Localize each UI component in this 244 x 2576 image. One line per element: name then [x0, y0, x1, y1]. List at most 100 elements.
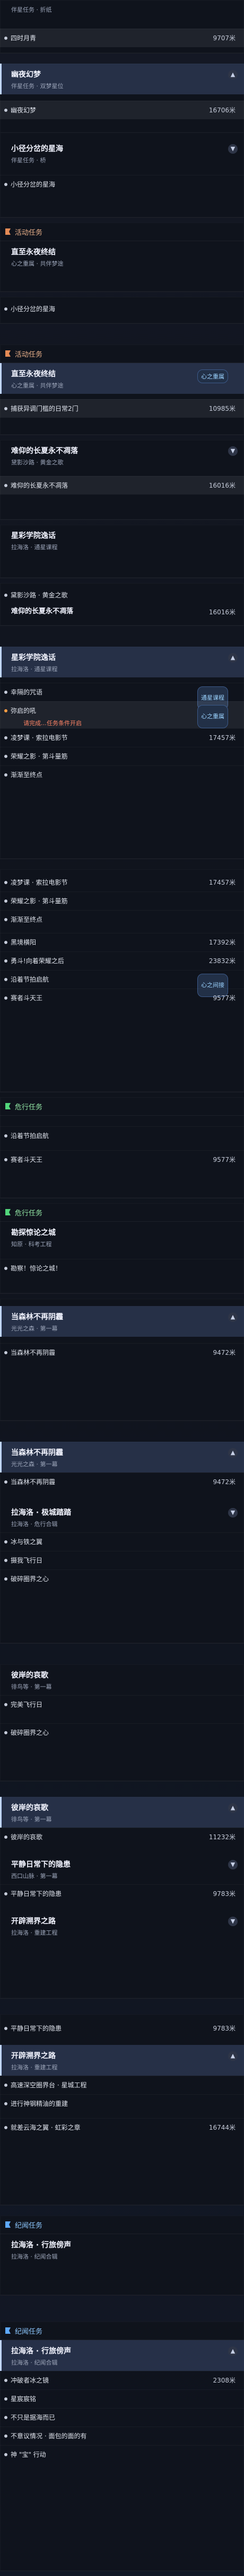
- chevron-up-icon[interactable]: ▲: [228, 1448, 238, 1458]
- mission-title: 拉海洛 · 行旅傍声: [11, 2241, 72, 2249]
- step-dot-icon: [4, 2084, 7, 2087]
- mission-step[interactable]: 当森林不再阴霾 9472米: [0, 1343, 244, 1362]
- step-label: 当森林不再阴霾: [11, 1478, 56, 1486]
- step-dot-icon: [4, 1731, 7, 1734]
- step-label: 黑境横阳: [11, 939, 37, 946]
- chevron-down-icon[interactable]: ▼: [228, 446, 238, 456]
- mission-entry[interactable]: 当森林不再阴霾 光光之森 · 第一幕 ▲: [0, 1306, 244, 1337]
- mission-entry[interactable]: 勘探惊论之城 知原 · 科考工程: [0, 1222, 244, 1252]
- mission-entry[interactable]: 开辟溯界之路 拉海洛 · 重建工程 ▼: [0, 1910, 244, 1941]
- record-flag-icon: [5, 2327, 11, 2334]
- mission-entry[interactable]: 难仰的长夏永不凋落 黛影沙路 · 黄金之歌 ▼: [0, 440, 244, 471]
- step-dot-icon: [4, 407, 7, 410]
- step-distance: 11232米: [208, 1833, 236, 1841]
- mission-entry[interactable]: 小径分岔的星海 伴星任务 · 桥 ▼: [0, 138, 244, 169]
- mission-entry[interactable]: 平静日常下的隐患 西口山脉 · 第一幕 ▼: [0, 1854, 244, 1884]
- step-dot-icon: [4, 1540, 7, 1543]
- mission-step[interactable]: 赛者斗天王 9577米: [0, 989, 244, 1007]
- mission-entry[interactable]: 拉海洛 · 行旅傍声 拉海洛 · 纪闻合辑 ▲: [0, 2340, 244, 2371]
- mission-entry[interactable]: 直至永夜终结 心之重属 · 共伴梦途 心之重属: [0, 363, 244, 394]
- mission-step[interactable]: 高速深空圈界台 · 星城工程: [0, 2076, 244, 2094]
- mission-step[interactable]: 当森林不再阴霾 9472米: [0, 1472, 244, 1491]
- mission-step[interactable]: 黛影沙路 · 黄金之歌: [0, 586, 244, 604]
- mission-step[interactable]: 荣耀之影 · 第斗量筋: [0, 747, 244, 765]
- mission-subtitle: 光光之森 · 第一幕: [11, 1461, 58, 1468]
- mission-log-scroll[interactable]: 伴星任务 · 折纸 四时月青 9707米 幽夜幻梦 伴星任务 · 双梦星位 ▲ …: [0, 0, 244, 2576]
- mission-step[interactable]: 捕获异调门槛的日常2门 10985米: [0, 399, 244, 418]
- mission-entry[interactable]: 当森林不再阴霾 光光之森 · 第一幕 ▲: [0, 1442, 244, 1472]
- chevron-down-icon[interactable]: ▼: [228, 1860, 238, 1869]
- chevron-down-icon[interactable]: ▼: [228, 1508, 238, 1518]
- mission-entry[interactable]: 彼岸的哀歌 徘鸟等 · 第一幕 ▲: [0, 1797, 244, 1828]
- mission-step[interactable]: 幸隔的咒语 通星课程: [0, 683, 244, 710]
- mission-step[interactable]: 凌梦课 · 索拉电影节 17457米: [0, 874, 244, 892]
- chevron-up-icon[interactable]: ▲: [228, 2346, 238, 2356]
- mission-title: 拉海洛 · 行旅傍声: [11, 2347, 72, 2356]
- mission-step[interactable]: 沿着节拍启航: [0, 1126, 244, 1145]
- mission-step[interactable]: 平静日常下的隐患 9783米: [0, 2019, 244, 2037]
- chevron-down-icon[interactable]: ▼: [228, 1917, 238, 1926]
- mission-step[interactable]: 沿着节拍启航 心之间接: [0, 970, 244, 997]
- mission-step[interactable]: 不只是据海而已: [0, 2408, 244, 2427]
- mission-entry[interactable]: 星彩学院逸话 拉海洛 · 通星课程 ▲: [0, 647, 244, 677]
- mission-step[interactable]: 荣耀之影 · 第斗量筋: [0, 892, 244, 910]
- mission-entry[interactable]: 拉海洛 · 极城踏踏 拉海洛 · 危行合辑 ▼: [0, 1502, 244, 1532]
- chevron-up-icon[interactable]: ▲: [228, 1803, 238, 1813]
- chevron-up-icon[interactable]: ▲: [228, 1312, 238, 1322]
- mission-entry[interactable]: 幽夜幻梦 伴星任务 · 双梦星位 ▲: [0, 64, 244, 94]
- mission-step[interactable]: 渐渐至终点: [0, 910, 244, 929]
- mission-entry[interactable]: 直至永夜终结 心之重属 · 共伴梦途: [0, 241, 244, 272]
- step-dot-icon: [4, 183, 7, 186]
- mission-step[interactable]: 完美飞行日: [0, 1695, 244, 1714]
- mission-step[interactable]: 进行神钢精油的重建: [0, 2094, 244, 2113]
- mission-step[interactable]: 凌梦课 · 索拉电影节 17457米: [0, 728, 244, 747]
- mission-step[interactable]: 难仰的长夏永不凋落 16016米: [0, 476, 244, 495]
- mission-step[interactable]: 神 "宝" 行动: [0, 2445, 244, 2464]
- chevron-up-icon[interactable]: ▲: [228, 70, 238, 80]
- mission-step[interactable]: 平静日常下的隐患 9783米: [0, 1884, 244, 1903]
- mission-step[interactable]: 冲破者冰之镜 2308米: [0, 2371, 244, 2389]
- mission-step[interactable]: 黑境横阳 17392米: [0, 933, 244, 951]
- step-dot-icon: [4, 736, 7, 739]
- mission-entry[interactable]: 彼岸的哀歌 徘鸟等 · 第一幕: [0, 1664, 244, 1695]
- mission-step[interactable]: 幽夜幻梦 16706米: [0, 101, 244, 119]
- mission-step[interactable]: 赛者斗天王 9577米: [0, 1150, 244, 1169]
- step-label: 勇斗!向着荣耀之后: [11, 957, 64, 965]
- chevron-down-icon[interactable]: ▼: [228, 144, 238, 154]
- step-dot-icon: [4, 1158, 7, 1161]
- chevron-up-icon[interactable]: ▲: [228, 653, 238, 663]
- mission-step[interactable]: 弥启的吼 请完成…任务条件开启 心之重属: [0, 701, 244, 728]
- mission-step[interactable]: 勘察！惊论之城！: [0, 1259, 244, 1277]
- mission-step[interactable]: 彼岸的哀歌 11232米: [0, 1828, 244, 1846]
- mission-entry[interactable]: 伴星任务 · 折纸: [0, 0, 244, 18]
- step-label: 不只是据海而已: [11, 2414, 56, 2421]
- mission-step[interactable]: 勇斗!向着荣耀之后 23832米: [0, 951, 244, 970]
- mission-step[interactable]: 小径分岔的星海: [0, 300, 244, 318]
- step-label: 黛影沙路 · 黄金之歌: [11, 592, 68, 599]
- mission-step[interactable]: 星宸宸铭: [0, 2389, 244, 2408]
- mission-step[interactable]: 冰与铁之翼: [0, 1532, 244, 1551]
- event-badge: 心之重属: [197, 705, 228, 728]
- mission-entry[interactable]: 拉海洛 · 行旅傍声 拉海洛 · 纪闻合辑: [0, 2234, 244, 2265]
- step-dot-icon: [4, 1703, 7, 1706]
- mission-panel: 纪闻任务 拉海洛 · 行旅傍声 拉海洛 · 纪闻合辑: [0, 2216, 244, 2296]
- mission-step[interactable]: 破碎圈界之心: [0, 1569, 244, 1588]
- mission-step[interactable]: 不意议情况 · 面包的面的有: [0, 2427, 244, 2445]
- mission-title: 星彩学院逸话: [11, 532, 56, 540]
- step-label: 星宸宸铭: [11, 2395, 37, 2403]
- mission-step[interactable]: 就差云海之翼 · 虹彩之章 16744米: [0, 2118, 244, 2137]
- mission-title: 当森林不再阴霾: [11, 1449, 63, 1457]
- mission-step[interactable]: 摄我飞行日: [0, 1551, 244, 1569]
- mission-step[interactable]: 小径分岔的星海: [0, 175, 244, 193]
- mission-entry[interactable]: 星彩学院逸话 拉海洛 · 通星课程: [0, 525, 244, 555]
- mission-entry[interactable]: 难仰的长夏永不凋落 16016米: [0, 604, 244, 620]
- mission-entry[interactable]: 开辟溯界之路 拉海洛 · 重建工程 ▲: [0, 2045, 244, 2076]
- mission-title: 当森林不再阴霾: [11, 1313, 63, 1321]
- chevron-up-icon[interactable]: ▲: [228, 2051, 238, 2061]
- mission-step[interactable]: 破碎圈界之心: [0, 1723, 244, 1742]
- mission-step[interactable]: 四时月青 9707米: [0, 29, 244, 47]
- step-dot-icon: [4, 1267, 7, 1270]
- mission-step[interactable]: 渐渐至终点: [0, 765, 244, 784]
- step-distance: 9577米: [213, 1156, 236, 1163]
- step-dot-icon: [4, 899, 7, 903]
